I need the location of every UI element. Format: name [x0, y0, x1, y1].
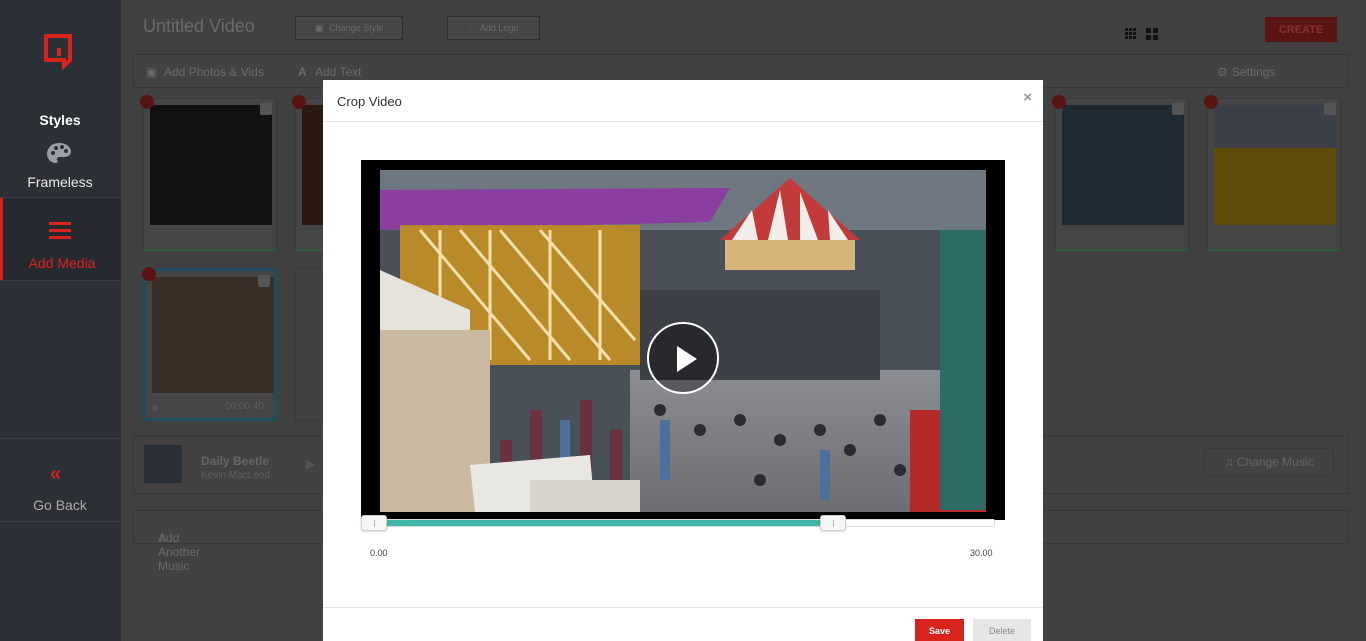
play-icon — [677, 346, 697, 372]
crop-video-modal: Crop Video × 0.00 30.00 Save Delete — [323, 80, 1043, 641]
range-start-label: 0.00 — [370, 548, 388, 558]
close-icon[interactable]: × — [1023, 89, 1032, 106]
modal-title: Crop Video — [337, 94, 402, 109]
crop-start-handle[interactable] — [361, 515, 387, 531]
play-button[interactable] — [647, 322, 719, 394]
crop-end-handle[interactable] — [819, 515, 846, 531]
crop-range-slider[interactable] — [361, 515, 995, 531]
modal-footer: Save Delete — [323, 607, 1043, 641]
video-player[interactable] — [361, 160, 1005, 520]
crop-range-fill — [374, 520, 833, 526]
save-button[interactable]: Save — [915, 619, 964, 641]
delete-button[interactable]: Delete — [973, 619, 1031, 641]
range-end-label: 30.00 — [970, 548, 993, 558]
modal-header: Crop Video × — [323, 80, 1043, 122]
